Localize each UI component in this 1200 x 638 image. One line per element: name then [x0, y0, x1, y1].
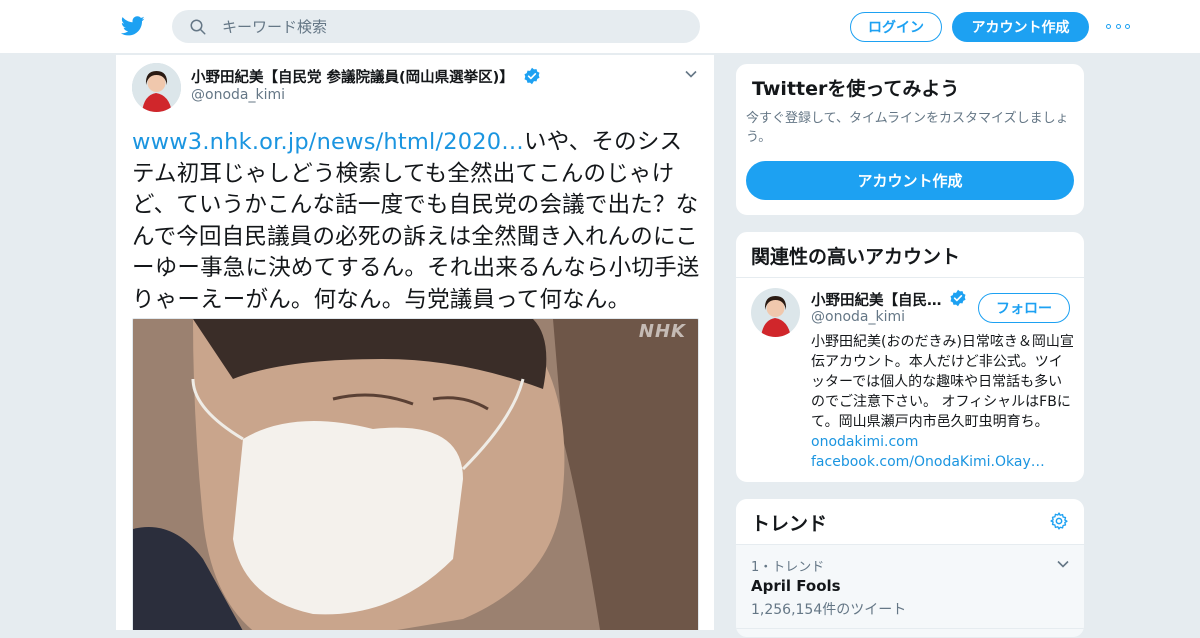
verified-badge-icon: [524, 67, 540, 85]
create-account-button[interactable]: アカウント作成: [746, 161, 1074, 200]
trend-meta: 1・トレンド: [751, 560, 825, 575]
tweet-card: 小野田紀美【自民党 参議院議員(岡山県選挙区)】 @onoda_kimi www…: [115, 55, 715, 630]
tweet-link[interactable]: www3.nhk.or.jp/news/html/2020…: [132, 129, 524, 155]
related-accounts-panel: 関連性の高いアカウント 小野田紀美【自民… @onoda_kimi フォロー 小…: [735, 231, 1085, 483]
dot: [1106, 23, 1111, 29]
bio-link-facebook[interactable]: facebook.com/OnodaKimi.Okay…: [811, 452, 1076, 472]
search-input[interactable]: [222, 17, 642, 36]
login-button[interactable]: ログイン: [850, 12, 942, 42]
trend-name[interactable]: April Fools: [751, 577, 841, 595]
related-account-avatar[interactable]: [751, 288, 800, 337]
more-options-icon[interactable]: [1106, 18, 1130, 34]
top-bar: ログイン アカウント作成: [0, 0, 1200, 54]
signup-panel-description: 今すぐ登録して、タイムラインをカスタマイズしましょう。: [746, 111, 1069, 145]
trends-header: トレンド: [736, 499, 1084, 545]
media-watermark: NHK: [638, 321, 686, 342]
related-panel-title: 関連性の高いアカウント: [751, 246, 961, 268]
tweet-text: www3.nhk.or.jp/news/html/2020…いや、そのシステム初…: [132, 127, 702, 316]
author-handle[interactable]: @onoda_kimi: [191, 87, 285, 103]
dot: [1115, 23, 1121, 29]
related-account-name[interactable]: 小野田紀美【自民…: [811, 289, 942, 310]
gear-icon[interactable]: [1049, 511, 1069, 531]
signup-panel-title: Twitterを使ってみよう: [752, 78, 960, 100]
signup-button[interactable]: アカウント作成: [952, 12, 1089, 42]
tweet-body: いや、そのシステム初耳じゃしどう検索しても全然出てこんのじゃけど、ていうかこんな…: [132, 129, 700, 313]
search-bar[interactable]: [172, 10, 700, 43]
chevron-down-icon[interactable]: [1056, 557, 1070, 571]
related-account-bio: 小野田紀美(おのだきみ)日常呟き＆岡山宣伝アカウント。本人だけど非公式。ツイッタ…: [811, 332, 1076, 472]
divider: [736, 277, 1084, 278]
chevron-down-icon[interactable]: [684, 67, 698, 81]
trends-title: トレンド: [751, 513, 828, 535]
signup-panel: Twitterを使ってみよう 今すぐ登録して、タイムラインをカスタマイズしましょ…: [735, 63, 1085, 216]
dot: [1125, 23, 1130, 29]
verified-badge-icon: [950, 289, 966, 307]
search-icon: [190, 19, 206, 34]
trend-tweet-count: 1,256,154件のツイート: [751, 602, 907, 618]
divider: [736, 628, 1084, 629]
twitter-bird-icon[interactable]: [120, 14, 146, 38]
author-avatar[interactable]: [132, 63, 181, 112]
author-name[interactable]: 小野田紀美【自民党 参議院議員(岡山県選挙区)】: [191, 66, 514, 87]
tweet-media-image[interactable]: NHK: [132, 318, 699, 630]
bio-link-website[interactable]: onodakimi.com: [811, 432, 1076, 452]
related-account-handle[interactable]: @onoda_kimi: [811, 309, 905, 325]
bio-text: 小野田紀美(おのだきみ)日常呟き＆岡山宣伝アカウント。本人だけど非公式。ツイッタ…: [811, 334, 1074, 430]
follow-button[interactable]: フォロー: [978, 293, 1070, 323]
trends-panel: トレンド 1・トレンド April Fools 1,256,154件のツイート: [735, 498, 1085, 638]
